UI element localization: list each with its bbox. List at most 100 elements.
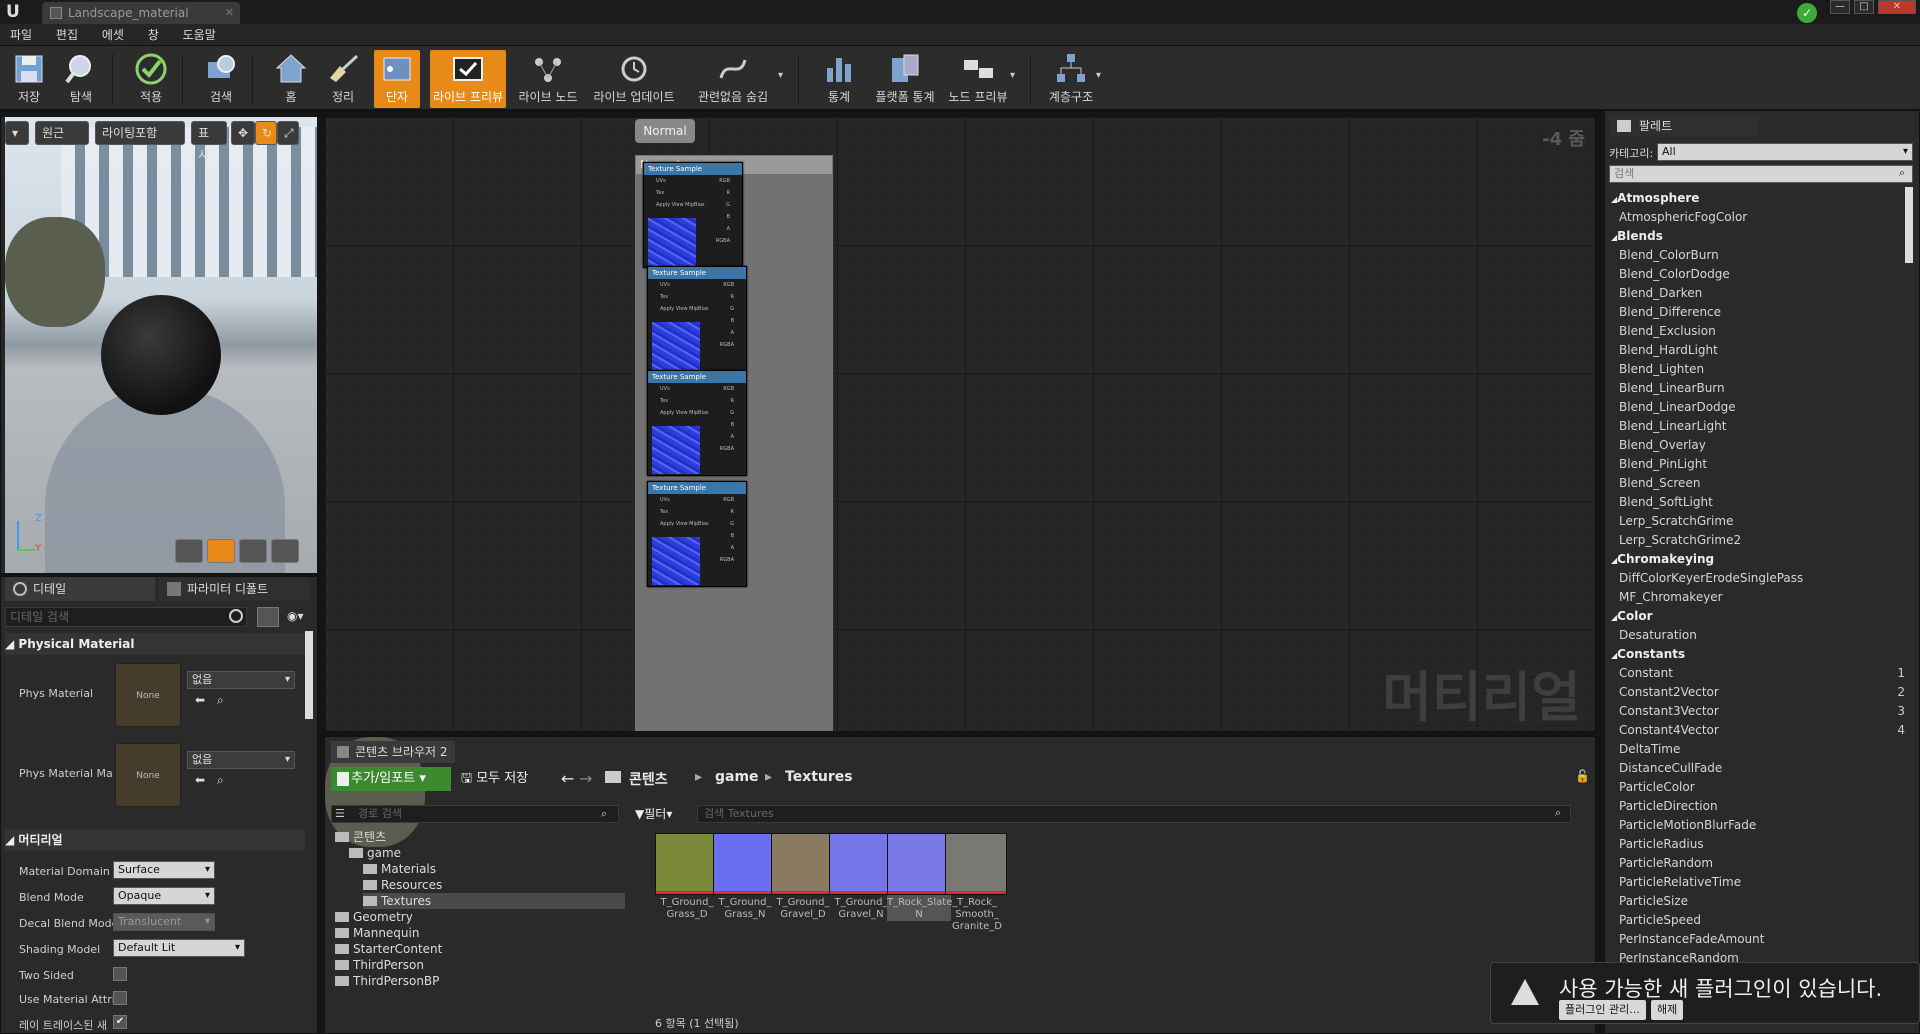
node-pin-row[interactable]: UVs RGB [644, 175, 742, 187]
property-matrix-button[interactable] [257, 607, 279, 627]
breadcrumb-textures[interactable]: Textures [785, 769, 853, 785]
save-all-button[interactable]: 🖫 모두 저장 [461, 767, 528, 791]
blend-mode-combo[interactable]: Opaque [113, 887, 215, 905]
add-import-button[interactable]: 추가/임포트 ▾ [331, 767, 451, 791]
node-pin-row[interactable]: Apply View MipBias G [648, 407, 746, 419]
palette-item[interactable]: Constant2Vector 2 [1619, 683, 1905, 702]
folder-tree-item[interactable]: Materials [363, 861, 436, 877]
node-pin-row[interactable]: Tex R [648, 506, 746, 518]
preview-cube-button[interactable] [271, 539, 299, 563]
folder-tree-item[interactable]: ThirdPerson [335, 957, 424, 973]
palette-item[interactable]: ParticleColor [1619, 778, 1905, 797]
palette-search-input[interactable]: 검색 [1609, 165, 1913, 183]
filters-button[interactable]: ▼필터▾ [635, 805, 672, 823]
category-combo[interactable]: All [1657, 143, 1913, 161]
palette-category[interactable]: ◢Constants [1611, 645, 1897, 664]
dismiss-button[interactable]: 해제 [1651, 1000, 1684, 1020]
preview-plane-button[interactable] [239, 539, 267, 563]
use-material-attributes-checkbox[interactable] [113, 991, 127, 1005]
live-update-button[interactable]: 라이브 업데이트 [590, 50, 678, 108]
source-control-status-icon[interactable]: ✓ [1797, 3, 1817, 23]
platform-stats-button[interactable]: 플랫폼 통계 [872, 50, 938, 108]
tab-content-browser[interactable]: 콘텐츠 브라우저 2 [331, 741, 455, 763]
asset-tile[interactable]: T_Ground_ Grass_D [655, 833, 719, 921]
palette-category[interactable]: ◢Blends [1611, 227, 1897, 246]
asset-tile[interactable]: T_Rock_ Smooth_ Granite_D [945, 833, 1009, 933]
folder-tree-item[interactable]: ThirdPersonBP [335, 973, 439, 989]
folder-tree-item[interactable]: game [349, 845, 401, 861]
palette-category[interactable]: ◢Chromakeying [1611, 550, 1897, 569]
palette-item[interactable]: Blend_LinearBurn [1619, 379, 1905, 398]
texture-sample-node[interactable]: Texture Sample UVs RGB Tex R Apply View MipBi… [647, 370, 747, 476]
palette-item[interactable]: Blend_ColorDodge [1619, 265, 1905, 284]
show-button[interactable]: 표시 [191, 121, 227, 162]
sources-toggle-icon[interactable]: ☰ [335, 807, 345, 820]
palette-category[interactable]: ◢Atmosphere [1611, 189, 1897, 208]
palette-item[interactable]: Constant4Vector 4 [1619, 721, 1905, 740]
texture-sample-node[interactable]: Texture Sample UVs RGB Tex R Apply View MipBi… [647, 266, 747, 372]
palette-item[interactable]: MF_Chromakeyer [1619, 588, 1905, 607]
hierarchy-dropdown-icon[interactable]: ▾ [1096, 70, 1101, 81]
folder-tree-item[interactable]: 콘텐츠 [335, 829, 386, 845]
menu-help[interactable]: 도움말 [173, 24, 226, 46]
palette-item[interactable]: Blend_HardLight [1619, 341, 1905, 360]
phys-material-mask-thumbnail[interactable]: None [115, 743, 181, 807]
texture-sample-node[interactable]: Texture Sample UVs RGB Tex R Apply View MipBi… [647, 481, 747, 587]
rotate-gizmo-button[interactable]: ↻ [255, 121, 277, 145]
history-forward-icon[interactable]: → [579, 769, 592, 788]
phys-material-combo[interactable]: 없음 [187, 671, 295, 689]
ray-traced-shadows-checkbox[interactable]: ✔ [113, 1015, 127, 1029]
minimize-button[interactable]: — [1830, 0, 1850, 14]
texture-sample-node[interactable]: Texture Sample UVs RGB Tex R Apply View MipBi… [643, 162, 743, 268]
node-pin-row[interactable]: Apply View MipBias G [644, 199, 742, 211]
palette-item[interactable]: AtmosphericFogColor [1619, 208, 1905, 227]
node-pin-row[interactable]: Tex R [648, 291, 746, 303]
asset-tile[interactable]: T_Ground_ Gravel_D [771, 833, 835, 921]
palette-item[interactable]: Constant 1 [1619, 664, 1905, 683]
tab-parameter-defaults[interactable]: 파라미터 디폴트 [159, 577, 309, 601]
folder-tree-item[interactable]: Textures [363, 893, 625, 909]
palette-item[interactable]: ParticleRandom [1619, 854, 1905, 873]
document-tab[interactable]: Landscape_material ✕ [42, 2, 240, 24]
live-preview-button[interactable]: 라이브 프리뷰 [430, 50, 506, 108]
tab-details[interactable]: 디테일 [5, 577, 155, 601]
menu-file[interactable]: 파일 [0, 24, 42, 46]
hide-unrelated-dropdown-icon[interactable]: ▾ [778, 70, 783, 81]
tab-palette[interactable]: 팔레트 [1609, 115, 1759, 137]
close-tab-icon[interactable]: ✕ [225, 2, 234, 24]
stats-button[interactable]: 통계 [818, 50, 860, 108]
palette-item[interactable]: Blend_SoftLight [1619, 493, 1905, 512]
palette-item[interactable]: Blend_Exclusion [1619, 322, 1905, 341]
save-button[interactable]: 저장 [6, 50, 52, 108]
palette-item[interactable]: Blend_LinearDodge [1619, 398, 1905, 417]
palette-item[interactable]: Constant3Vector 3 [1619, 702, 1905, 721]
maximize-viewport-button[interactable]: ⤢ [277, 121, 299, 145]
home-button[interactable]: 홈 [270, 50, 312, 108]
shading-model-combo[interactable]: Default Lit [113, 939, 245, 957]
palette-item[interactable]: Blend_Overlay [1619, 436, 1905, 455]
node-pin-row[interactable]: Tex R [644, 187, 742, 199]
breadcrumb-game[interactable]: game [715, 769, 759, 785]
palette-item[interactable]: ParticleMotionBlurFade [1619, 816, 1905, 835]
palette-item[interactable]: Blend_LinearLight [1619, 417, 1905, 436]
use-selected-arrow-icon[interactable]: ⬅ [195, 773, 205, 787]
viewport-options-button[interactable]: ▾ [5, 121, 29, 145]
lock-icon[interactable]: 🔓 [1575, 769, 1590, 783]
palette-scrollbar[interactable] [1905, 187, 1913, 263]
move-gizmo-button[interactable]: ✥ [231, 121, 255, 145]
folder-tree-item[interactable]: Geometry [335, 909, 413, 925]
breadcrumb-content[interactable]: 콘텐츠 [629, 769, 668, 789]
palette-item[interactable]: ParticleDirection [1619, 797, 1905, 816]
asset-tile[interactable]: T_Rock_Slate_ N [887, 833, 957, 921]
browse-button[interactable]: 탐색 [58, 50, 104, 108]
history-back-icon[interactable]: ← [561, 769, 574, 788]
close-window-button[interactable]: ✕ [1878, 0, 1916, 14]
palette-item[interactable]: ParticleRelativeTime [1619, 873, 1905, 892]
palette-item[interactable]: ParticleSize [1619, 892, 1905, 911]
manage-plugins-button[interactable]: 플러그인 관리... [1559, 1000, 1646, 1020]
node-pin-row[interactable]: Apply View MipBias G [648, 303, 746, 315]
menu-window[interactable]: 창 [138, 24, 169, 46]
palette-item[interactable]: Blend_PinLight [1619, 455, 1905, 474]
palette-item[interactable]: Blend_Darken [1619, 284, 1905, 303]
node-pin-row[interactable]: Apply View MipBias G [648, 518, 746, 530]
